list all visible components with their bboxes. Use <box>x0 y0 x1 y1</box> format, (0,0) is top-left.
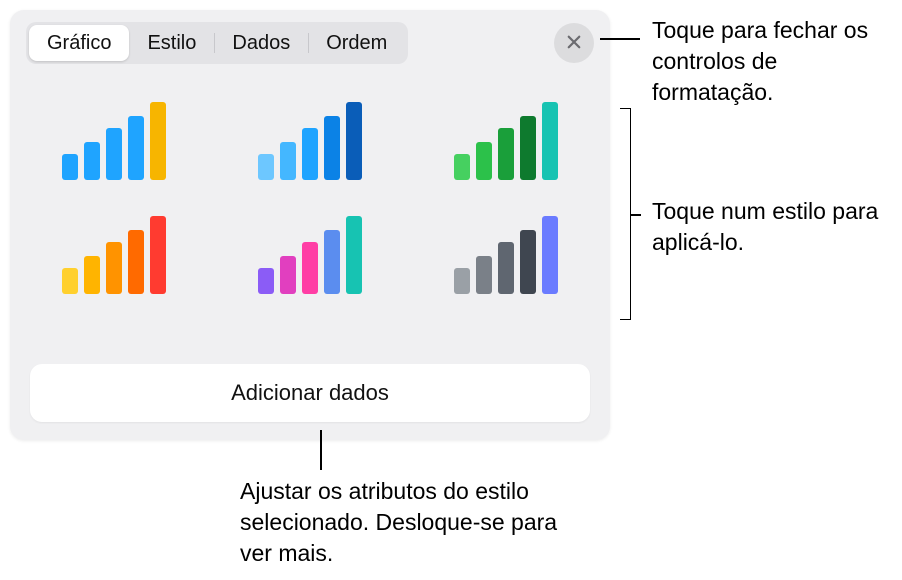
tab-estilo[interactable]: Estilo <box>129 25 214 61</box>
segmented-control: GráficoEstiloDadosOrdem <box>26 22 408 64</box>
bar-icon <box>498 128 514 180</box>
chart-format-panel: GráficoEstiloDadosOrdem Adicionar dados <box>10 10 610 440</box>
callout-leader <box>600 38 640 40</box>
bar-icon <box>128 230 144 294</box>
callout-bracket <box>620 108 631 320</box>
chart-style-style-6[interactable] <box>452 216 560 294</box>
bar-icon <box>520 230 536 294</box>
bar-icon <box>476 256 492 294</box>
callout-leader <box>320 430 322 470</box>
bar-icon <box>302 128 318 180</box>
bar-icon <box>520 116 536 180</box>
bar-icon <box>280 256 296 294</box>
close-icon <box>565 33 583 54</box>
bar-icon <box>280 142 296 180</box>
bar-icon <box>106 242 122 294</box>
bar-icon <box>498 242 514 294</box>
chart-style-style-2[interactable] <box>256 102 364 180</box>
tab-dados[interactable]: Dados <box>214 25 308 61</box>
close-button[interactable] <box>554 23 594 63</box>
bar-icon <box>62 268 78 294</box>
chart-style-style-5[interactable] <box>256 216 364 294</box>
chart-style-style-1[interactable] <box>60 102 168 180</box>
bar-icon <box>302 242 318 294</box>
callout-style: Toque num estilo para aplicá-lo. <box>652 196 902 258</box>
bar-icon <box>454 268 470 294</box>
tab-bar: GráficoEstiloDadosOrdem <box>26 22 594 64</box>
bar-icon <box>324 230 340 294</box>
tab-ordem[interactable]: Ordem <box>308 25 405 61</box>
bar-icon <box>258 268 274 294</box>
bar-icon <box>346 216 362 294</box>
bar-icon <box>150 102 166 180</box>
bar-icon <box>106 128 122 180</box>
bar-icon <box>128 116 144 180</box>
bar-icon <box>84 256 100 294</box>
bar-icon <box>150 216 166 294</box>
chart-style-style-3[interactable] <box>452 102 560 180</box>
chart-style-grid <box>26 102 594 294</box>
bar-icon <box>454 154 470 180</box>
callout-attrs: Ajustar os atributos do estilo seleciona… <box>240 476 580 569</box>
bar-icon <box>84 142 100 180</box>
tab-gráfico[interactable]: Gráfico <box>29 25 129 61</box>
bar-icon <box>258 154 274 180</box>
bar-icon <box>542 216 558 294</box>
bar-icon <box>346 102 362 180</box>
bar-icon <box>324 116 340 180</box>
callout-leader <box>631 214 641 216</box>
callout-close: Toque para fechar os controlos de format… <box>652 15 902 108</box>
bar-icon <box>62 154 78 180</box>
add-data-button[interactable]: Adicionar dados <box>30 364 590 422</box>
bar-icon <box>542 102 558 180</box>
chart-style-style-4[interactable] <box>60 216 168 294</box>
bar-icon <box>476 142 492 180</box>
